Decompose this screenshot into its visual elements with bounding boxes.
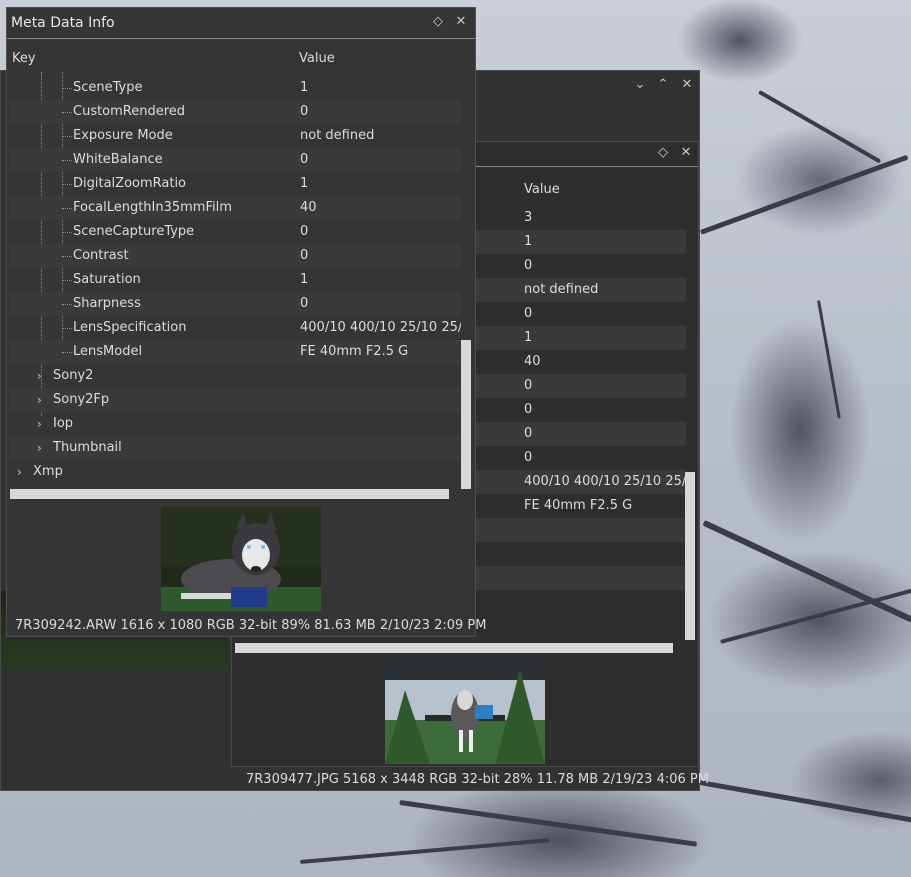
cell-key: CustomRendered	[73, 104, 186, 119]
table-row[interactable]: LensSpecification 400/10 400/10 25/10 25…	[9, 316, 461, 340]
chevron-down-icon[interactable]: ⌄	[633, 78, 647, 92]
cell-value: 0	[300, 248, 309, 263]
tree-group-row[interactable]: › Iop	[9, 412, 461, 436]
close-icon[interactable]: ✕	[680, 78, 694, 92]
group-label: Sony2Fp	[53, 392, 110, 407]
chevron-right-icon[interactable]: ›	[37, 388, 42, 412]
cell-value: 0	[300, 152, 309, 167]
close-icon[interactable]: ✕	[454, 15, 468, 29]
cell-value: 0	[300, 296, 309, 311]
cell-value: 0	[524, 378, 533, 393]
group-label: Thumbnail	[53, 440, 122, 455]
cell-value: 40	[300, 200, 317, 215]
cell-value: 0	[524, 258, 533, 273]
table-row[interactable]: CustomRendered 0	[9, 100, 461, 124]
cell-key: Sharpness	[73, 296, 141, 311]
cell-value: 1	[524, 330, 533, 345]
cell-value: 0	[300, 104, 309, 119]
horizontal-scrollbar[interactable]	[235, 643, 673, 653]
table-row[interactable]: WhiteBalance 0	[9, 148, 461, 172]
image-thumbnail[interactable]	[385, 660, 545, 764]
cell-key: WhiteBalance	[73, 152, 163, 167]
cell-value: 1	[524, 234, 533, 249]
close-icon[interactable]: ✕	[679, 146, 693, 160]
table-row[interactable]: Saturation 1	[9, 268, 461, 292]
cell-value: 400/10 400/10 25/10 25/10	[300, 320, 461, 335]
table-row[interactable]: SceneType 1	[9, 76, 461, 100]
chevron-right-icon[interactable]: ›	[17, 460, 22, 484]
status-bar: 7R309477.JPG 5168 x 3448 RGB 32-bit 28% …	[246, 772, 709, 787]
cell-key: SceneType	[73, 80, 143, 95]
status-bar: 7R309242.ARW 1616 x 1080 RGB 32-bit 89% …	[15, 618, 487, 633]
cell-value: 1	[300, 176, 309, 191]
tree-group-row[interactable]: › Sony2Fp	[9, 388, 461, 412]
table-row[interactable]: LensModel FE 40mm F2.5 G	[9, 340, 461, 364]
group-label: Xmp	[33, 464, 63, 479]
horizontal-scrollbar[interactable]	[10, 489, 449, 499]
meta-data-info-window: Meta Data Info ◇ ✕ Key Value SceneType 1…	[6, 7, 476, 637]
chevron-up-icon[interactable]: ⌃	[656, 78, 670, 92]
cell-value: 0	[524, 402, 533, 417]
cell-key: Saturation	[73, 272, 141, 287]
key-header: Key	[12, 51, 36, 66]
table-row[interactable]: Contrast 0	[9, 244, 461, 268]
cell-value: 0	[300, 224, 309, 239]
vertical-scrollbar[interactable]	[685, 472, 695, 640]
cell-key: SceneCaptureType	[73, 224, 195, 239]
cell-key: DigitalZoomRatio	[73, 176, 187, 191]
vertical-scrollbar[interactable]	[461, 340, 471, 489]
cell-key: LensSpecification	[73, 320, 187, 335]
cell-value: 40	[524, 354, 541, 369]
tree-group-row[interactable]: › Sony2	[9, 364, 461, 388]
cell-value: 0	[524, 450, 533, 465]
cell-value: 0	[524, 426, 533, 441]
cell-value: 3	[524, 210, 533, 225]
chevron-right-icon[interactable]: ›	[37, 436, 42, 460]
cell-key: Exposure Mode	[73, 128, 173, 143]
cell-value: 400/10 400/10 25/10 25/10	[524, 474, 686, 489]
cell-key: LensModel	[73, 344, 143, 359]
cell-value: FE 40mm F2.5 G	[524, 498, 633, 513]
value-header: Value	[524, 182, 560, 197]
diamond-icon[interactable]: ◇	[431, 15, 445, 29]
chevron-right-icon[interactable]: ›	[37, 412, 42, 436]
cell-key: FocalLengthIn35mmFilm	[73, 200, 232, 215]
cell-value: FE 40mm F2.5 G	[300, 344, 409, 359]
table-row[interactable]: DigitalZoomRatio 1	[9, 172, 461, 196]
window-title: Meta Data Info	[11, 15, 115, 31]
table-row[interactable]: Sharpness 0	[9, 292, 461, 316]
diamond-icon[interactable]: ◇	[656, 146, 670, 160]
image-thumbnail[interactable]	[161, 507, 321, 611]
cell-key: Contrast	[73, 248, 129, 263]
cell-value: 1	[300, 80, 309, 95]
tree-group-row[interactable]: › Xmp	[9, 460, 461, 484]
table-row[interactable]: FocalLengthIn35mmFilm 40	[9, 196, 461, 220]
value-header: Value	[299, 51, 335, 66]
cell-value: not defined	[524, 282, 599, 297]
group-label: Iop	[53, 416, 74, 431]
cell-value: 1	[300, 272, 309, 287]
cell-value: not defined	[300, 128, 375, 143]
table-row[interactable]: Exposure Mode not defined	[9, 124, 461, 148]
cell-value: 0	[524, 306, 533, 321]
table-row[interactable]: SceneCaptureType 0	[9, 220, 461, 244]
chevron-right-icon[interactable]: ›	[37, 364, 42, 388]
group-label: Sony2	[53, 368, 94, 383]
tree-group-row[interactable]: › Thumbnail	[9, 436, 461, 460]
title-bar[interactable]: Meta Data Info ◇ ✕	[7, 8, 475, 39]
